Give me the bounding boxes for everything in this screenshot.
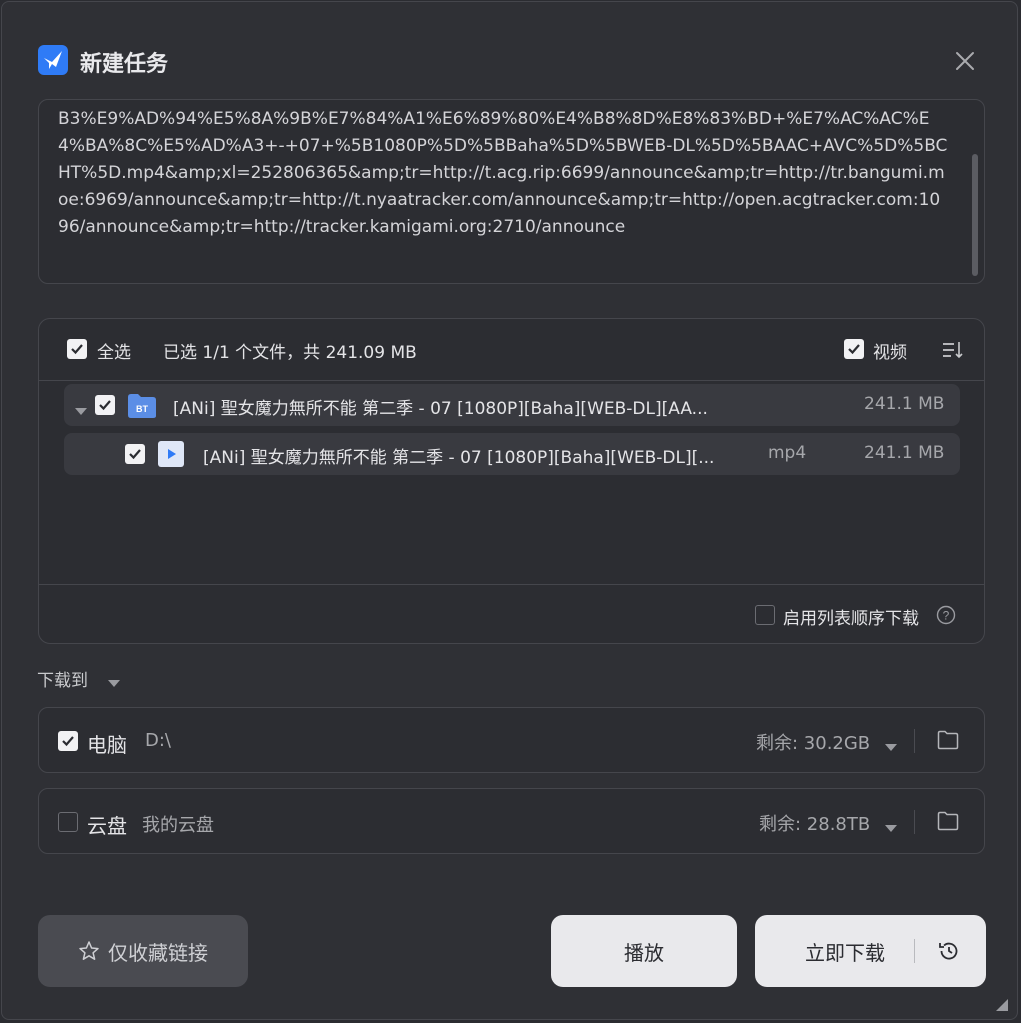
file-list-panel: 全选 已选 1/1 个文件，共 241.09 MB 视频 BT [ANi] 聖女… <box>38 318 985 644</box>
svg-text:?: ? <box>943 609 950 623</box>
folder-icon[interactable] <box>937 811 959 835</box>
video-filter-checkbox[interactable] <box>844 339 864 359</box>
dialog-title: 新建任务 <box>80 52 169 77</box>
close-icon[interactable] <box>952 48 978 74</box>
pc-checkbox[interactable] <box>58 731 78 751</box>
cloud-remaining: 剩余: 28.8TB <box>759 814 871 835</box>
chevron-down-icon[interactable] <box>885 818 897 837</box>
cloud-label: 云盘 <box>87 814 127 838</box>
pc-label: 电脑 <box>87 733 127 757</box>
app-logo-icon <box>38 45 68 75</box>
destination-pc[interactable]: 电脑 D:\ 剩余: 30.2GB <box>38 707 985 773</box>
cloud-checkbox[interactable] <box>58 812 78 832</box>
selected-summary: 已选 1/1 个文件，共 241.09 MB <box>163 343 417 363</box>
history-icon[interactable] <box>937 939 961 963</box>
select-all-label[interactable]: 全选 <box>97 338 131 363</box>
link-scrollbar[interactable] <box>972 154 978 276</box>
divider <box>914 729 915 753</box>
folder-icon[interactable] <box>937 730 959 754</box>
resize-grip-icon[interactable] <box>996 996 1008 1015</box>
sort-icon[interactable] <box>941 339 963 361</box>
download-now-button[interactable]: 立即下载 <box>755 915 986 987</box>
video-file-size: 241.1 MB <box>864 443 945 463</box>
magnet-link-textarea[interactable]: B3%E9%AD%94%E5%8A%9B%E7%84%A1%E6%89%80%E… <box>38 99 985 284</box>
new-task-dialog: 新建任务 B3%E9%AD%94%E5%8A%9B%E7%84%A1%E6%89… <box>1 1 1018 1020</box>
torrent-checkbox[interactable] <box>95 395 115 415</box>
pc-remaining: 剩余: 30.2GB <box>756 733 871 754</box>
file-row-video[interactable]: [ANi] 聖女魔力無所不能 第二季 - 07 [1080P][Baha][WE… <box>64 433 960 475</box>
video-file-type: mp4 <box>768 443 807 463</box>
favorite-link-label: 仅收藏链接 <box>108 940 208 965</box>
collapse-triangle-icon[interactable] <box>75 401 87 420</box>
star-icon <box>78 940 100 962</box>
play-label: 播放 <box>624 940 664 965</box>
sequential-download-checkbox[interactable] <box>755 605 775 625</box>
video-filter-label[interactable]: 视频 <box>873 338 907 363</box>
video-file-checkbox[interactable] <box>125 444 145 464</box>
video-file-name: [ANi] 聖女魔力無所不能 第二季 - 07 [1080P][Baha][WE… <box>203 448 715 468</box>
help-icon[interactable]: ? <box>936 605 956 625</box>
pc-path: D:\ <box>145 730 171 751</box>
play-button[interactable]: 播放 <box>551 915 737 987</box>
file-row-torrent[interactable]: BT [ANi] 聖女魔力無所不能 第二季 - 07 [1080P][Baha]… <box>64 384 960 426</box>
video-file-icon <box>157 440 185 468</box>
svg-text:BT: BT <box>136 404 148 414</box>
torrent-size: 241.1 MB <box>864 394 945 414</box>
destination-cloud[interactable]: 云盘 我的云盘 剩余: 28.8TB <box>38 788 985 854</box>
magnet-link-text[interactable]: B3%E9%AD%94%E5%8A%9B%E7%84%A1%E6%89%80%E… <box>58 106 948 241</box>
divider <box>914 810 915 834</box>
torrent-name: [ANi] 聖女魔力無所不能 第二季 - 07 [1080P][Baha][WE… <box>173 399 708 419</box>
favorite-link-button[interactable]: 仅收藏链接 <box>38 915 248 987</box>
cloud-path: 我的云盘 <box>142 815 214 836</box>
bt-folder-icon: BT <box>127 393 157 419</box>
sequential-download-label[interactable]: 启用列表顺序下载 <box>783 604 919 629</box>
chevron-down-icon[interactable] <box>108 673 120 692</box>
divider <box>39 584 984 585</box>
divider <box>914 939 915 963</box>
download-now-label: 立即下载 <box>805 940 885 965</box>
file-list-header: 全选 已选 1/1 个文件，共 241.09 MB 视频 <box>39 319 984 381</box>
select-all-checkbox[interactable] <box>67 339 87 359</box>
download-to-label[interactable]: 下载到 <box>37 666 88 691</box>
chevron-down-icon[interactable] <box>885 737 897 756</box>
